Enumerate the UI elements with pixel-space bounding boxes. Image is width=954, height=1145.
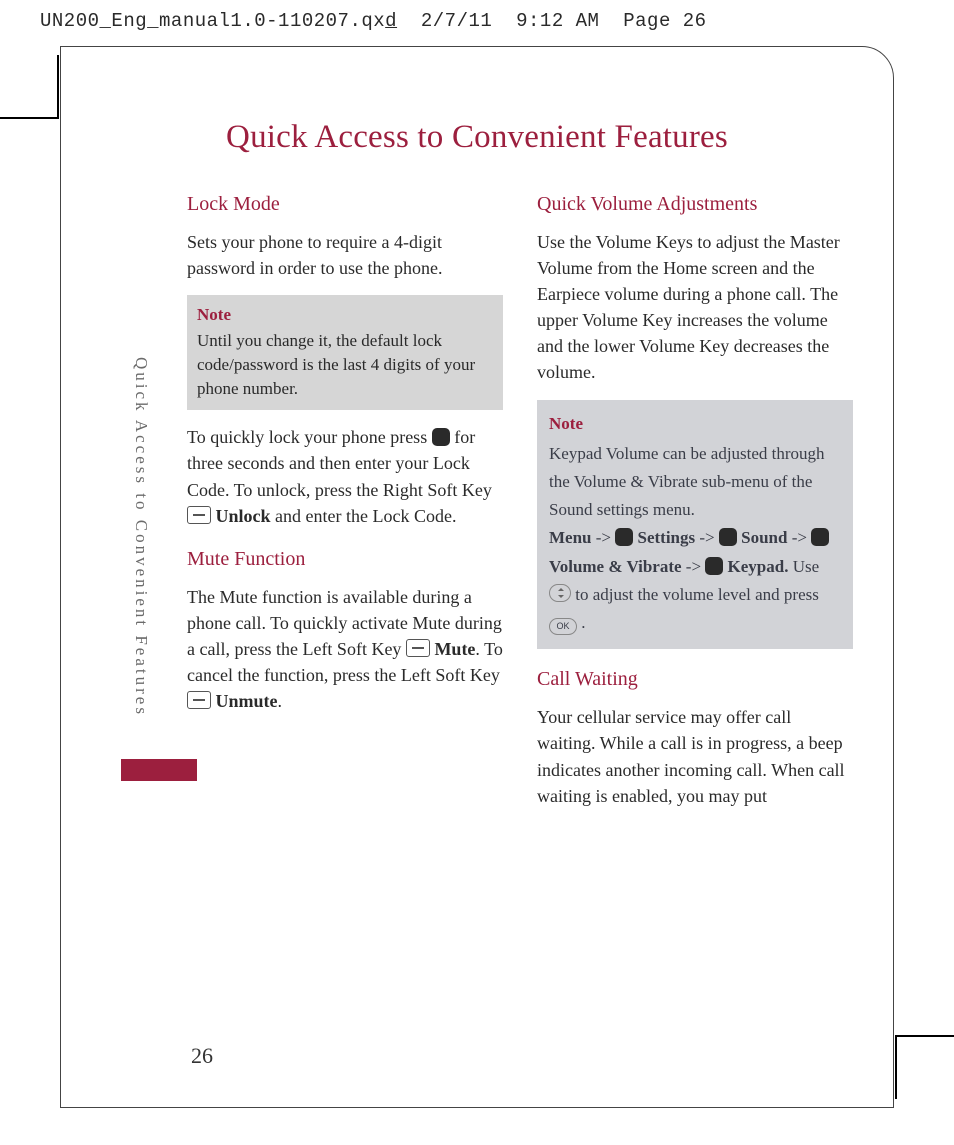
heading-quick-volume: Quick Volume Adjustments	[537, 190, 853, 219]
page-number: 26	[191, 1043, 213, 1069]
body-text: Sets your phone to require a 4-digit pas…	[187, 229, 503, 281]
body-text: Your cellular service may offer call wai…	[537, 704, 853, 808]
note-title: Note	[197, 303, 493, 327]
body-text: The Mute function is available during a …	[187, 584, 503, 714]
body-text: To quickly lock your phone press for thr…	[187, 424, 503, 528]
key-1-icon	[719, 528, 737, 546]
side-tab-stripe	[121, 759, 197, 781]
note-body: Until you change it, the default lock co…	[197, 329, 493, 400]
note-title: Note	[549, 410, 841, 438]
side-tab-label: Quick Access to Convenient Features	[131, 357, 151, 717]
header-ext: d	[385, 10, 397, 32]
content-columns: Lock Mode Sets your phone to require a 4…	[61, 174, 893, 823]
header-file: UN200_Eng_manual1.0-110207.qx	[40, 10, 385, 32]
keypad-key-icon	[432, 428, 450, 446]
body-text: Use the Volume Keys to adjust the Master…	[537, 229, 853, 386]
heading-call-waiting: Call Waiting	[537, 665, 853, 694]
key-2-icon	[705, 557, 723, 575]
page-title: Quick Access to Convenient Features	[61, 47, 893, 174]
soft-key-icon	[406, 639, 430, 657]
soft-key-icon	[187, 691, 211, 709]
mute-label: Mute	[434, 639, 475, 659]
heading-lock-mode: Lock Mode	[187, 190, 503, 219]
header-page: Page 26	[623, 10, 706, 32]
menu-path: Menu -> Settings -> Sound -> Volume & Vi…	[549, 524, 841, 637]
unlock-label: Unlock	[216, 506, 271, 526]
page-frame: Quick Access to Convenient Features Quic…	[60, 46, 894, 1108]
note-body: Keypad Volume can be adjusted through th…	[549, 440, 841, 525]
crop-mark	[57, 55, 59, 117]
crop-mark	[0, 117, 59, 119]
note-box: Note Keypad Volume can be adjusted throu…	[537, 400, 853, 650]
nav-key-icon	[549, 584, 571, 602]
heading-mute-function: Mute Function	[187, 545, 503, 574]
crop-mark	[895, 1035, 954, 1037]
key-2-icon	[811, 528, 829, 546]
crop-mark	[895, 1037, 897, 1099]
soft-key-icon	[187, 506, 211, 524]
ok-key-icon: OK	[549, 618, 577, 635]
header-date: 2/7/11	[421, 10, 492, 32]
left-column: Lock Mode Sets your phone to require a 4…	[187, 174, 503, 823]
unmute-label: Unmute	[216, 691, 278, 711]
key-9-icon	[615, 528, 633, 546]
note-box: Note Until you change it, the default lo…	[187, 295, 503, 410]
header-time: 9:12 AM	[516, 10, 599, 32]
print-header: UN200_Eng_manual1.0-110207.qxd 2/7/11 9:…	[0, 0, 954, 36]
right-column: Quick Volume Adjustments Use the Volume …	[537, 174, 853, 823]
